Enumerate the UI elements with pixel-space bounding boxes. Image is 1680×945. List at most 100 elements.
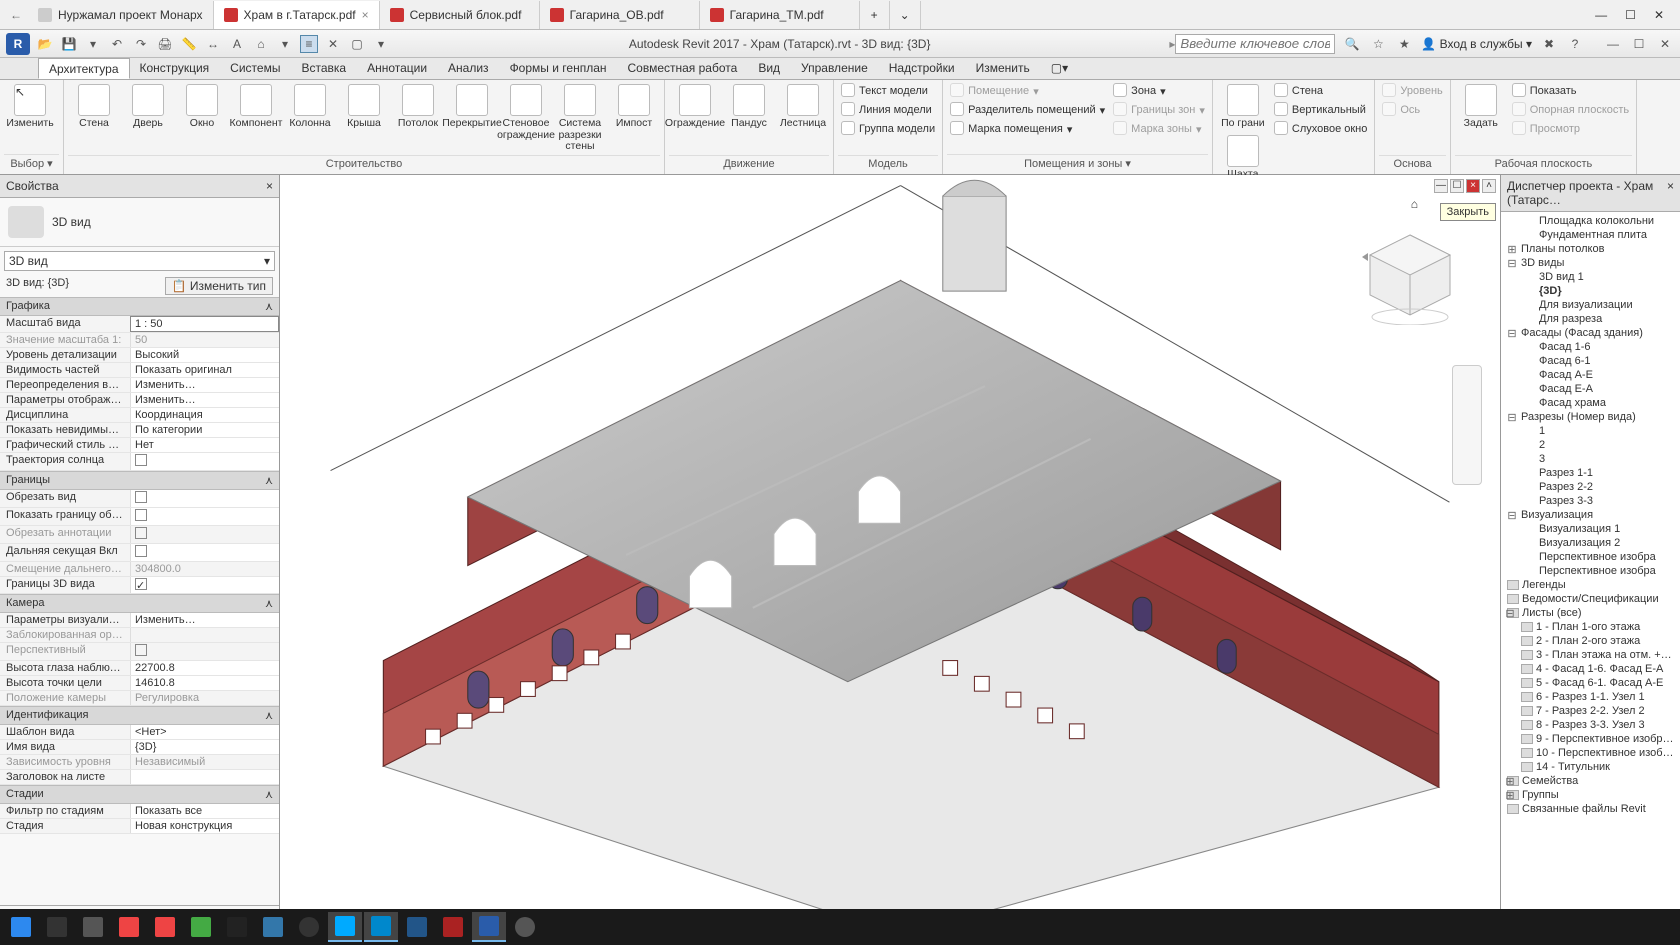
property-row[interactable]: Графический стиль расч…Нет — [0, 438, 279, 453]
property-section-header[interactable]: Границы⋏ — [0, 471, 279, 490]
property-value[interactable]: По категории — [130, 423, 279, 437]
ribbon-button[interactable]: Стена — [1271, 82, 1371, 100]
property-row[interactable]: ДисциплинаКоординация — [0, 408, 279, 423]
browser-tab[interactable]: Гагарина_ОВ.pdf — [540, 1, 700, 29]
close-icon[interactable]: × — [1667, 179, 1674, 207]
tree-item[interactable]: Разрез 1-1 — [1503, 466, 1678, 480]
viewcube[interactable]: ⌂ — [1360, 225, 1460, 325]
property-row[interactable]: Траектория солнца — [0, 453, 279, 471]
minimize-button[interactable]: — — [1595, 8, 1607, 22]
property-value[interactable]: Новая конструкция — [130, 819, 279, 833]
ribbon-button[interactable]: Помещение ▾ — [947, 82, 1108, 100]
property-row[interactable]: Имя вида{3D} — [0, 740, 279, 755]
ribbon-button[interactable]: Просмотр — [1509, 120, 1632, 138]
tree-item[interactable]: Фасад А-Е — [1503, 368, 1678, 382]
property-value[interactable] — [130, 453, 279, 470]
view-close-icon[interactable]: × — [1466, 179, 1480, 193]
tree-item[interactable]: Фасад Е-А — [1503, 382, 1678, 396]
property-value[interactable]: Изменить… — [130, 613, 279, 627]
tree-item[interactable]: 5 - Фасад 6-1. Фасад А-Е — [1503, 676, 1678, 690]
browser-tab[interactable]: Гагарина_ТМ.pdf — [700, 1, 860, 29]
tree-item[interactable]: Для разреза — [1503, 312, 1678, 326]
checkbox[interactable] — [135, 454, 147, 466]
favorite-icon[interactable]: ★ — [1395, 35, 1413, 53]
ribbon-button[interactable]: Текст модели — [838, 82, 938, 100]
tree-item[interactable]: Визуализация 2 — [1503, 536, 1678, 550]
property-section-header[interactable]: Камера⋏ — [0, 594, 279, 613]
ribbon-button[interactable]: Разделитель помещений ▾ — [947, 101, 1108, 119]
browser-back-button[interactable]: ← — [4, 8, 28, 22]
taskbar-app[interactable] — [436, 912, 470, 942]
property-value[interactable] — [130, 544, 279, 561]
switch-windows-icon[interactable]: ▢ — [348, 35, 366, 53]
property-row[interactable]: Показать границу обрезки — [0, 508, 279, 526]
tree-item[interactable]: Ведомости/Спецификации — [1503, 592, 1678, 606]
property-row[interactable]: Дальняя секущая Вкл — [0, 544, 279, 562]
taskbar-app[interactable] — [292, 912, 326, 942]
exchange-icon[interactable]: ✖ — [1540, 35, 1558, 53]
tree-item[interactable]: Для визуализации — [1503, 298, 1678, 312]
section-icon[interactable]: ▾ — [276, 35, 294, 53]
tree-item[interactable]: 3 - План этажа на отм. +9.00 — [1503, 648, 1678, 662]
property-row[interactable]: Параметры отображени…Изменить… — [0, 393, 279, 408]
close-icon[interactable]: × — [266, 179, 273, 193]
tree-item[interactable]: 10 - Перспективное изображ — [1503, 746, 1678, 760]
ribbon-button[interactable]: Ограждение — [669, 82, 721, 155]
taskbar-app-revit[interactable] — [472, 912, 506, 942]
view-expand-icon[interactable]: ˄ — [1482, 179, 1496, 193]
revit-app-button[interactable]: R — [6, 33, 30, 55]
tree-item[interactable]: Визуализация 1 — [1503, 522, 1678, 536]
tree-item[interactable]: 9 - Перспективное изображ… — [1503, 732, 1678, 746]
ribbon-button[interactable]: Пандус — [723, 82, 775, 155]
search-button-icon[interactable]: 🔍 — [1343, 35, 1361, 53]
tree-item[interactable]: ⊟Разрезы (Номер вида) — [1503, 410, 1678, 424]
tree-item[interactable]: Легенды — [1503, 578, 1678, 592]
search-input[interactable] — [1175, 34, 1335, 54]
ribbon-button[interactable]: Система разрезки стены — [554, 82, 606, 155]
property-value[interactable]: {3D} — [130, 740, 279, 754]
checkbox[interactable] — [135, 545, 147, 557]
browser-tab[interactable]: Храм в г.Татарск.pdf× — [214, 1, 380, 29]
property-row[interactable]: Высота глаза наблюдателя22700.8 — [0, 661, 279, 676]
taskbar-app[interactable] — [328, 912, 362, 942]
property-row[interactable]: Уровень детализацииВысокий — [0, 348, 279, 363]
property-row[interactable]: Заголовок на листе — [0, 770, 279, 785]
ribbon-tab-massing[interactable]: Формы и генплан — [500, 58, 618, 79]
ribbon-button[interactable]: Дверь — [122, 82, 174, 155]
taskbar-app[interactable] — [364, 912, 398, 942]
property-value[interactable] — [130, 770, 279, 784]
property-row[interactable]: Шаблон вида<Нет> — [0, 725, 279, 740]
ribbon-button[interactable]: Опорная плоскость — [1509, 101, 1632, 119]
customize-qat-icon[interactable]: ▾ — [372, 35, 390, 53]
new-tab-button[interactable]: + — [860, 1, 890, 29]
tree-item[interactable]: 2 — [1503, 438, 1678, 452]
property-section-header[interactable]: Стадии⋏ — [0, 785, 279, 804]
taskbar-app[interactable] — [148, 912, 182, 942]
property-value[interactable]: Нет — [130, 438, 279, 452]
ribbon-button[interactable]: Импост — [608, 82, 660, 155]
tree-item[interactable]: Фасад 6-1 — [1503, 354, 1678, 368]
ribbon-tab-manage[interactable]: Управление — [791, 58, 879, 79]
3d-icon[interactable]: ⌂ — [252, 35, 270, 53]
ribbon-button[interactable]: Слуховое окно — [1271, 120, 1371, 138]
property-row[interactable]: Высота точки цели14610.8 — [0, 676, 279, 691]
sync-icon[interactable]: ▾ — [84, 35, 102, 53]
property-value[interactable] — [130, 490, 279, 507]
tree-item[interactable]: ⊞Планы потолков — [1503, 242, 1678, 256]
view-max-icon[interactable]: ☐ — [1450, 179, 1464, 193]
ribbon-button[interactable]: Уровень — [1379, 82, 1445, 100]
tree-item[interactable]: Разрез 3-3 — [1503, 494, 1678, 508]
property-value[interactable]: Изменить… — [130, 378, 279, 392]
taskbar-app[interactable] — [400, 912, 434, 942]
ribbon-tab-view[interactable]: Вид — [748, 58, 791, 79]
tab-dropdown-button[interactable]: ⌄ — [890, 1, 921, 29]
ribbon-tab-annotate[interactable]: Аннотации — [357, 58, 438, 79]
property-value[interactable]: 22700.8 — [130, 661, 279, 675]
type-dropdown[interactable]: 3D вид▾ — [4, 251, 275, 271]
property-row[interactable]: Показать невидимые лин…По категории — [0, 423, 279, 438]
view-min-icon[interactable]: — — [1434, 179, 1448, 193]
checkbox[interactable] — [135, 527, 147, 539]
task-view-button[interactable] — [76, 912, 110, 942]
tree-item[interactable]: ⊟Визуализация — [1503, 508, 1678, 522]
ribbon-button[interactable]: Лестница — [777, 82, 829, 155]
